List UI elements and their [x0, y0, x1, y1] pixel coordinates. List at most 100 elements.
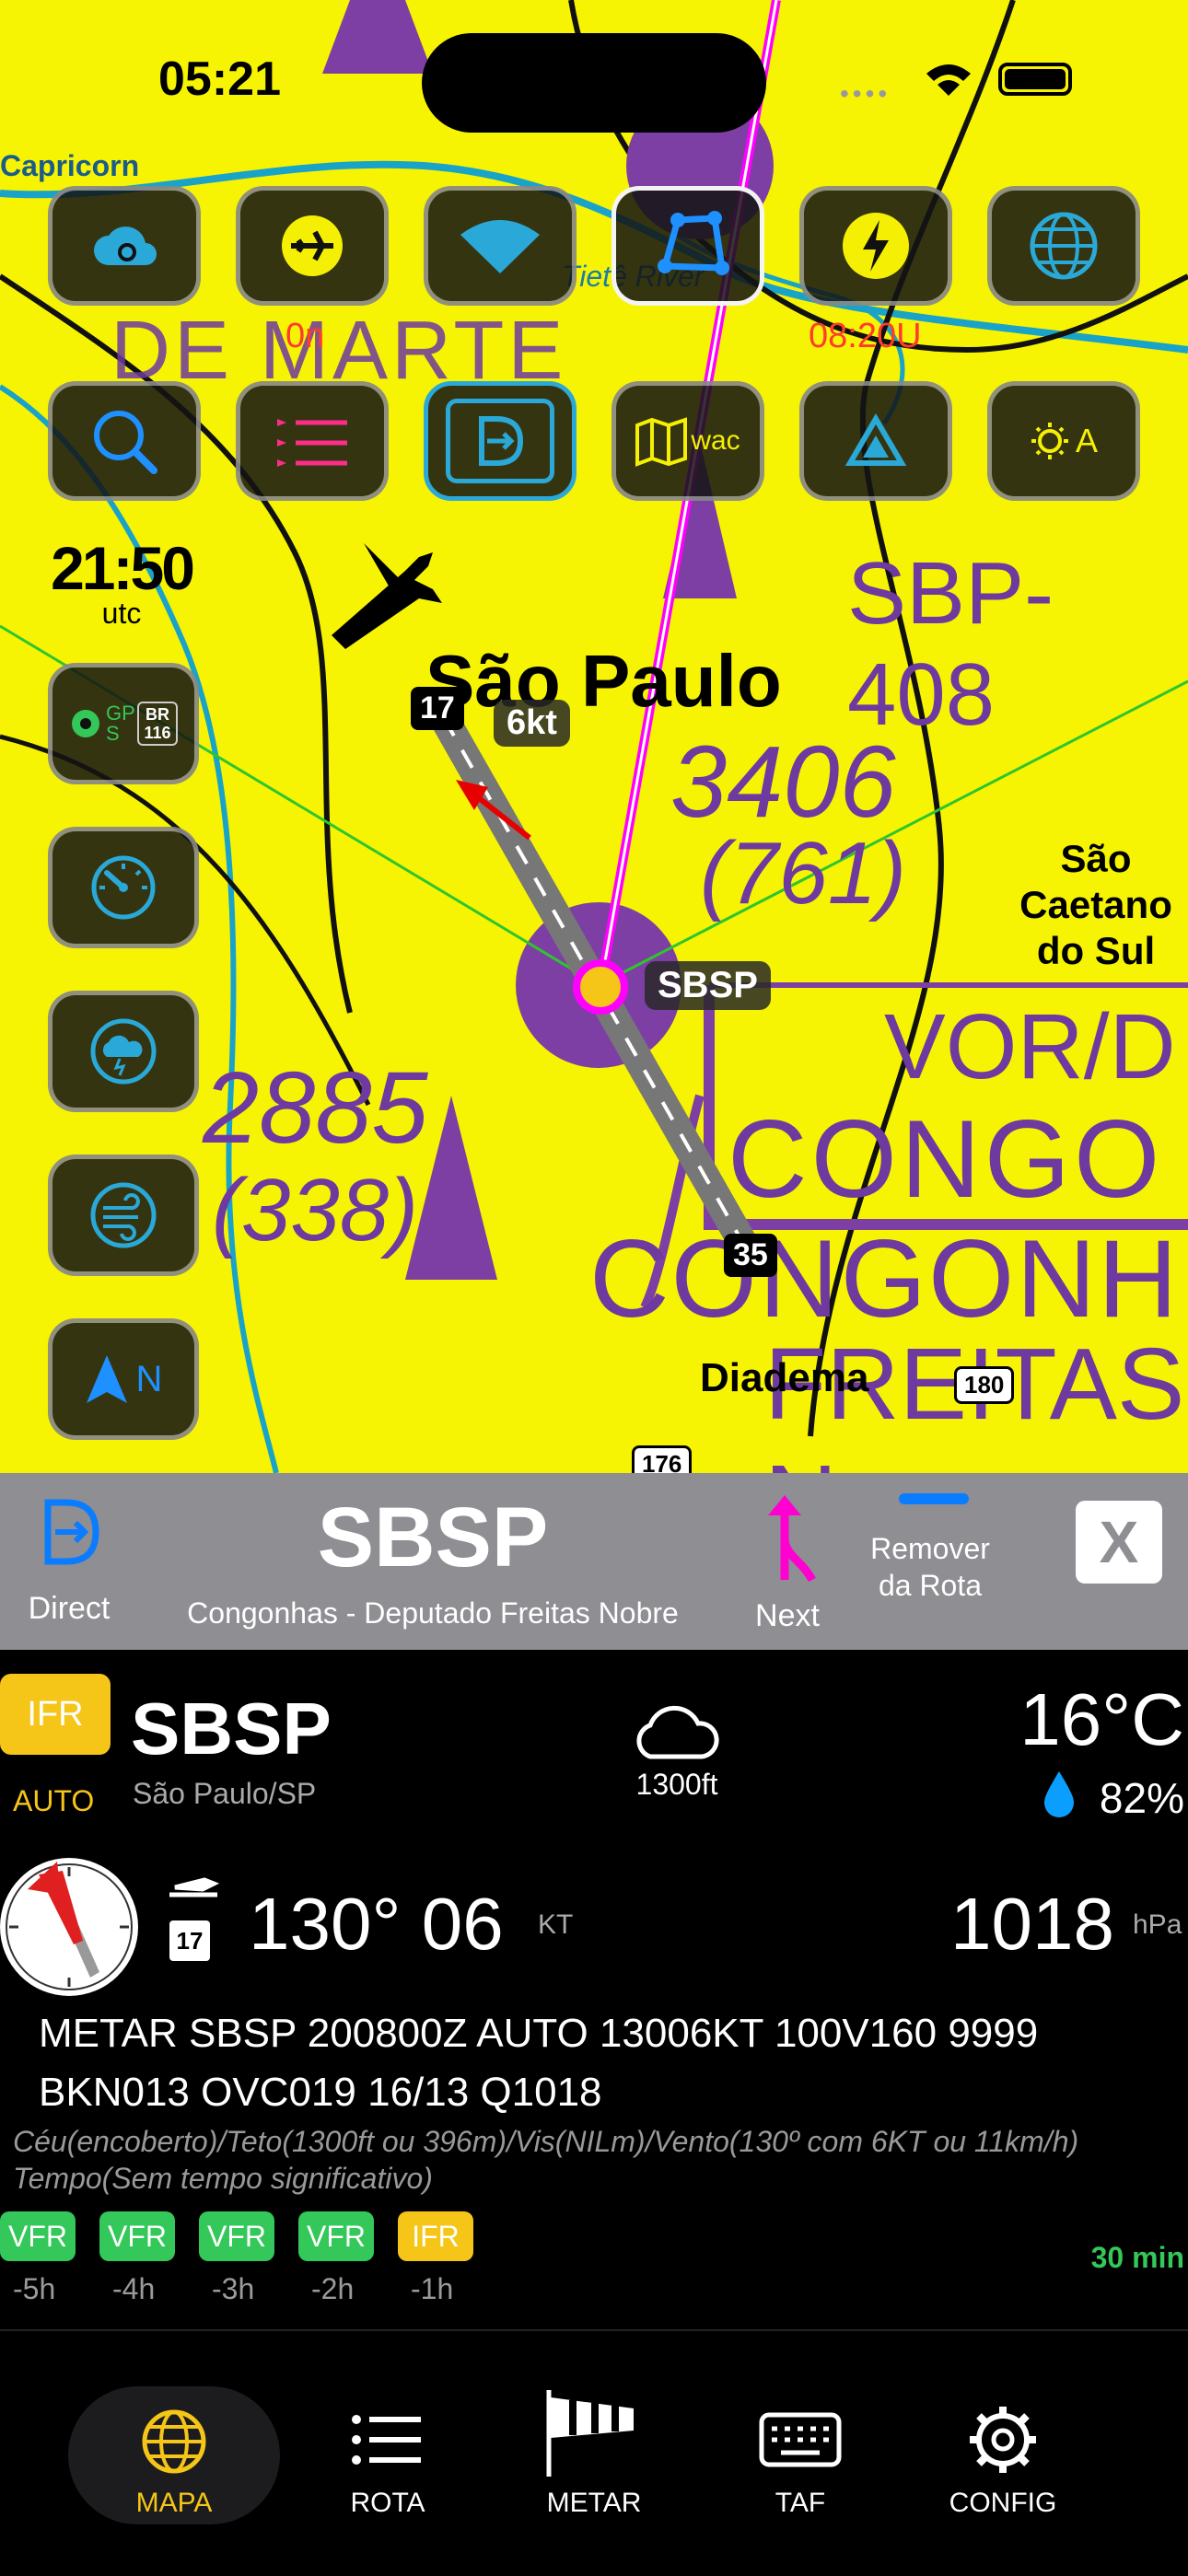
search-button[interactable]: [48, 381, 201, 501]
station-code: SBSP: [131, 1688, 332, 1770]
fork-arrow-icon: [768, 1495, 816, 1583]
label-diadema: Diadema: [700, 1355, 869, 1400]
observation-age: 30 min: [1090, 2241, 1184, 2274]
label-elev1-sub: (761): [700, 824, 907, 922]
ceiling: 1300ft: [635, 1768, 718, 1801]
chart-type-button[interactable]: wac: [611, 381, 764, 501]
history-chip-0[interactable]: VFR: [0, 2211, 76, 2261]
tab-mapa[interactable]: MAPA: [68, 2386, 280, 2524]
label-elev2-sub: (338): [212, 1161, 419, 1259]
direct-icon: [44, 1499, 99, 1565]
search-icon: [94, 411, 157, 474]
label-elev2: 2885: [203, 1051, 428, 1165]
flight-rule-badge: IFR: [0, 1674, 111, 1755]
tab-bar: MAPA ROTA METAR TAF CONFIG: [0, 2329, 1188, 2576]
direct-to-button[interactable]: Direct: [18, 1490, 120, 1628]
direct-icon: [479, 416, 524, 466]
lightning-icon: [843, 213, 909, 279]
north-up-icon: [86, 1355, 127, 1403]
runway-plane-icon: [169, 1877, 220, 1897]
globe-icon: [142, 2409, 206, 2474]
list-icon: [352, 2415, 421, 2465]
history-chip-4[interactable]: IFR: [398, 2211, 473, 2261]
station-type: AUTO: [13, 1784, 95, 1817]
tab-taf[interactable]: TAF: [694, 2386, 906, 2524]
next-button[interactable]: Next: [737, 1491, 838, 1639]
weather-button[interactable]: [48, 991, 199, 1112]
brightness-button[interactable]: A: [987, 381, 1140, 501]
north-up-button[interactable]: N: [48, 1318, 199, 1440]
label-sao-paulo: São Paulo: [425, 640, 782, 722]
utc-time: 21:50: [51, 534, 195, 602]
remove-label-1: Remover: [870, 1532, 990, 1565]
tab-metar[interactable]: METAR: [488, 2386, 700, 2524]
road-shield-180: 180: [954, 1366, 1015, 1404]
triangle-button[interactable]: [799, 381, 952, 501]
station-city: São Paulo/SP: [133, 1777, 317, 1810]
gps-icon: [72, 710, 99, 737]
gauge-icon: [91, 855, 156, 920]
metar-decoded: Céu(encoberto)/Teto(1300ft ou 396m)/Vis(…: [13, 2125, 1079, 2195]
br116-badge: BR 116: [137, 702, 178, 746]
map-view[interactable]: 05:21 •••• Capricorn DE MARTE Tietê Rive…: [0, 0, 1188, 1473]
history-age-2: -3h: [212, 2272, 255, 2305]
utc-label: utc: [101, 597, 142, 630]
cloud-sync-button[interactable]: [48, 186, 201, 306]
lightning-button[interactable]: [799, 186, 952, 306]
wind-unit: KT: [538, 1909, 574, 1940]
globe-icon: [1030, 212, 1098, 280]
wind-compass-icon: [6, 1862, 133, 1990]
polygon-area-button[interactable]: [611, 186, 764, 306]
runway-17-label: 17: [411, 687, 464, 730]
wind-speed-tag: 6kt: [494, 700, 570, 747]
tab-rota[interactable]: ROTA: [282, 2386, 494, 2524]
clock: 05:21: [158, 52, 281, 106]
route-airport-name: Congonhas - Deputado Freitas Nobre: [187, 1596, 679, 1630]
runway-badge: 17: [169, 1920, 210, 1961]
tab-metar-label: METAR: [546, 2488, 642, 2518]
close-icon: X: [1099, 1509, 1139, 1575]
pressure-value: 1018: [950, 1883, 1114, 1965]
history-age-4: -1h: [411, 2272, 454, 2305]
chart-type-label: wac: [691, 425, 740, 456]
map-icon: [635, 417, 688, 467]
wind-button[interactable]: [48, 1155, 199, 1276]
next-label: Next: [755, 1598, 820, 1633]
remove-label-2: da Rota: [878, 1569, 983, 1602]
metar-line-1: METAR SBSP 200800Z AUTO 13006KT 100V160 …: [39, 2011, 1039, 2056]
history-age-3: -2h: [311, 2272, 355, 2305]
route-bar: Direct SBSP Congonhas - Deputado Freitas…: [0, 1473, 1188, 1650]
direct-button[interactable]: [424, 381, 577, 501]
globe-button[interactable]: [987, 186, 1140, 306]
wind-value: 130° 06: [249, 1883, 504, 1965]
gps-button[interactable]: GP S BR 116: [48, 663, 199, 784]
remove-from-route-button[interactable]: Remover da Rota: [856, 1493, 1004, 1631]
gauge-button[interactable]: [48, 827, 199, 948]
metar-line-2: BKN013 OVC019 16/13 Q1018: [39, 2070, 602, 2115]
label-congo: CONGO: [728, 1097, 1164, 1221]
runway-35-label: 35: [724, 1234, 777, 1277]
tab-config[interactable]: CONFIG: [897, 2386, 1109, 2524]
humidity-drop-icon: [1044, 1771, 1074, 1817]
history-chip-2[interactable]: VFR: [199, 2211, 274, 2261]
label-sao-caetano: São Caetano do Sul: [1019, 837, 1172, 972]
history-chip-1[interactable]: VFR: [99, 2211, 175, 2261]
keyboard-icon: [759, 2412, 842, 2467]
weather-icon: [90, 1018, 157, 1085]
list-button[interactable]: [236, 381, 389, 501]
pressure-unit: hPa: [1133, 1909, 1182, 1940]
history-age-0: -5h: [13, 2272, 56, 2305]
brightness-label: A: [1075, 422, 1098, 459]
wifi-status-icon: [926, 64, 971, 96]
label-vor: VOR/D: [884, 995, 1176, 1098]
lightning-sublabel: 08:20U: [809, 317, 922, 355]
list-icon: [277, 419, 347, 467]
tab-taf-label: TAF: [775, 2488, 826, 2518]
close-button[interactable]: X: [1076, 1501, 1162, 1584]
history-chip-3[interactable]: VFR: [298, 2211, 374, 2261]
wifi-button[interactable]: [424, 186, 577, 306]
humidity: 82%: [1099, 1774, 1184, 1822]
airport-tag[interactable]: SBSP: [645, 961, 771, 1010]
airplane-button[interactable]: [236, 186, 389, 306]
north-label: N: [135, 1358, 163, 1399]
